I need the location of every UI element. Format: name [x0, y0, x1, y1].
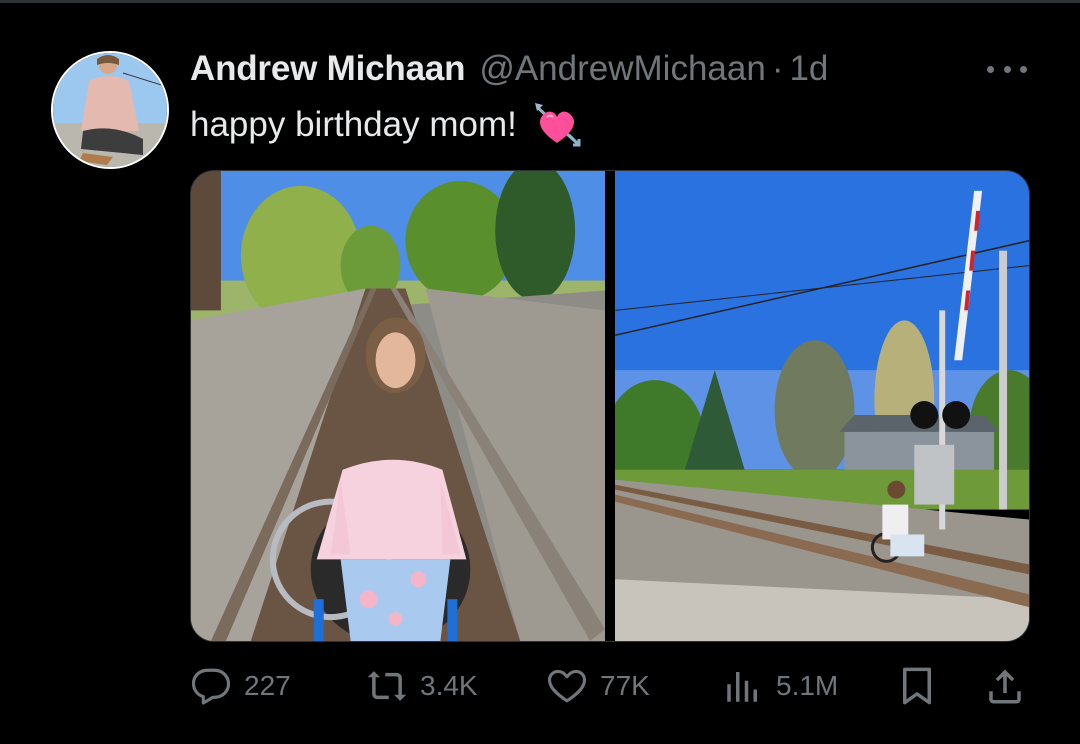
tweet-timestamp[interactable]: 1d [789, 49, 828, 89]
more-dot [1003, 65, 1011, 73]
bookmark-button[interactable] [896, 660, 938, 712]
views-chart-icon [727, 672, 757, 702]
tweet-actions: 227 3.4K 77K 5.1M [190, 660, 1030, 712]
views-count: 5.1M [776, 670, 839, 701]
heart-with-arrow-icon [534, 103, 581, 147]
author-display-name[interactable]: Andrew Michaan [190, 49, 466, 89]
author-handle[interactable]: @AndrewMichaan [479, 49, 766, 89]
reply-icon [191, 668, 231, 705]
photo-woman-wheelchair-on-tracks[interactable] [191, 171, 605, 641]
repost-count: 3.4K [420, 670, 478, 701]
more-dot [987, 65, 994, 73]
photo-crossing-illustration [615, 171, 1029, 641]
reply-count: 227 [244, 670, 291, 701]
repost-button[interactable]: 3.4K [366, 660, 478, 712]
like-button[interactable]: 77K [546, 660, 650, 712]
repost-icon [367, 671, 407, 701]
more-options-icon[interactable] [987, 56, 1027, 82]
heart-icon [547, 669, 587, 703]
tweet-text-row: happy birthday mom! [190, 100, 581, 150]
tweet-text: happy birthday mom! [190, 105, 517, 144]
photo-tracks-illustration [191, 171, 605, 641]
more-dot [1020, 65, 1027, 73]
share-button[interactable] [984, 660, 1026, 712]
reply-button[interactable]: 227 [190, 660, 291, 712]
avatar-photo [53, 53, 167, 167]
views-button[interactable]: 5.1M [722, 660, 838, 712]
top-divider [0, 0, 1080, 3]
bookmark-icon [903, 667, 931, 705]
share-icon [989, 669, 1021, 704]
separator-dot: · [771, 49, 784, 88]
tweet-media[interactable] [190, 170, 1030, 642]
like-count: 77K [600, 670, 650, 701]
author-avatar[interactable] [51, 51, 169, 169]
tweet-header: Andrew Michaan @AndrewMichaan · 1d [190, 44, 828, 94]
photo-woman-wheelchair-at-crossing[interactable] [615, 171, 1029, 641]
